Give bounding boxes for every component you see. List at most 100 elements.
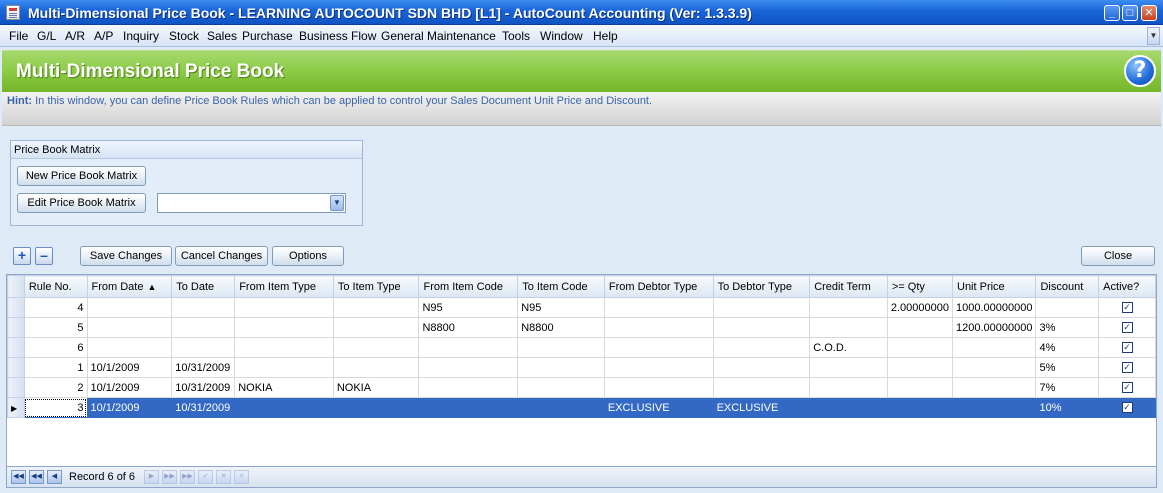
- cell-rule-no[interactable]: 4: [23, 297, 88, 318]
- cell-to-item-type[interactable]: [332, 397, 420, 418]
- close-button[interactable]: Close: [1081, 246, 1155, 266]
- cell-unit-price[interactable]: [951, 357, 1037, 378]
- matrix-select[interactable]: ▼: [157, 193, 346, 213]
- last-record-icon[interactable]: ▶▶: [180, 470, 195, 484]
- cell-from-debtor-type[interactable]: [603, 337, 714, 358]
- cell-from-item-type[interactable]: [234, 297, 334, 318]
- new-price-book-matrix-button[interactable]: New Price Book Matrix: [17, 166, 146, 186]
- cell-credit-term[interactable]: [809, 317, 888, 338]
- cell-active[interactable]: ✓: [1098, 397, 1156, 418]
- cell-to-item-type[interactable]: [332, 297, 420, 318]
- cell-from-item-code[interactable]: [418, 357, 519, 378]
- cell-from-item-code[interactable]: N8800: [418, 317, 519, 338]
- cell-qty[interactable]: [886, 337, 954, 358]
- back-icon[interactable]: <: [234, 470, 249, 484]
- options-button[interactable]: Options: [272, 246, 344, 266]
- active-checkbox[interactable]: ✓: [1121, 302, 1133, 314]
- cell-from-debtor-type[interactable]: [603, 297, 714, 318]
- cell-from-date[interactable]: [86, 337, 173, 358]
- next-page-icon[interactable]: ▶▶: [162, 470, 177, 484]
- cell-from-item-type[interactable]: [234, 397, 334, 418]
- cell-from-date[interactable]: [86, 297, 173, 318]
- cell-from-date[interactable]: [86, 317, 173, 338]
- add-rule-button[interactable]: +: [13, 247, 31, 265]
- active-checkbox[interactable]: ✓: [1121, 322, 1133, 334]
- cell-active[interactable]: ✓: [1098, 297, 1156, 318]
- table-row[interactable]: 6 C.O.D. 4% ✓: [7, 337, 1156, 358]
- active-checkbox[interactable]: ✓: [1121, 402, 1133, 414]
- cell-to-item-code[interactable]: N95: [517, 297, 605, 318]
- cell-unit-price[interactable]: 1200.00000000: [951, 317, 1037, 338]
- cell-from-item-type[interactable]: [234, 337, 334, 358]
- row-indicator[interactable]: [7, 357, 25, 378]
- save-changes-button[interactable]: Save Changes: [80, 246, 172, 266]
- menu-gl[interactable]: G/L: [37, 29, 56, 43]
- cell-from-item-code[interactable]: N95: [418, 297, 519, 318]
- cell-credit-term[interactable]: C.O.D.: [809, 337, 888, 358]
- cell-to-item-type[interactable]: [332, 337, 420, 358]
- first-page-icon[interactable]: ◀◀: [11, 470, 26, 484]
- cell-to-debtor-type[interactable]: [712, 317, 811, 338]
- cell-credit-term[interactable]: [809, 397, 888, 418]
- cell-active[interactable]: ✓: [1098, 357, 1156, 378]
- cell-to-debtor-type[interactable]: EXCLUSIVE: [712, 397, 811, 418]
- cell-to-item-code[interactable]: [517, 337, 605, 358]
- help-icon[interactable]: ?: [1124, 55, 1156, 87]
- cell-active[interactable]: ✓: [1098, 377, 1156, 398]
- cell-to-date[interactable]: 10/31/2009: [171, 357, 236, 378]
- cell-to-item-code[interactable]: N8800: [517, 317, 605, 338]
- menu-help[interactable]: Help: [593, 29, 618, 43]
- cell-to-debtor-type[interactable]: [712, 297, 811, 318]
- cell-to-debtor-type[interactable]: [712, 357, 811, 378]
- table-row[interactable]: 4 N95 N95 2.00000000 1000.00000000 ✓: [7, 297, 1156, 318]
- cell-to-date[interactable]: 10/31/2009: [171, 397, 236, 418]
- row-indicator[interactable]: [7, 317, 25, 338]
- column-header-from-date[interactable]: From Date ▲: [86, 275, 173, 298]
- cell-qty[interactable]: 2.00000000: [886, 297, 954, 318]
- cell-credit-term[interactable]: [809, 377, 888, 398]
- cell-to-date[interactable]: [171, 337, 236, 358]
- column-header-to-debtor-type[interactable]: To Debtor Type: [712, 275, 811, 298]
- cell-from-debtor-type[interactable]: [603, 317, 714, 338]
- cell-from-item-type[interactable]: [234, 357, 334, 378]
- cell-to-date[interactable]: [171, 297, 236, 318]
- row-indicator[interactable]: [7, 377, 25, 398]
- cell-credit-term[interactable]: [809, 357, 888, 378]
- menu-file[interactable]: File: [9, 29, 28, 43]
- cancel-record-icon[interactable]: ✕: [216, 470, 231, 484]
- cell-to-item-type[interactable]: [332, 357, 420, 378]
- cell-credit-term[interactable]: [809, 297, 888, 318]
- cell-from-date[interactable]: 10/1/2009: [86, 397, 173, 418]
- cell-qty[interactable]: [886, 317, 954, 338]
- cell-rule-no[interactable]: 3: [23, 397, 88, 418]
- edit-price-book-matrix-button[interactable]: Edit Price Book Matrix: [17, 193, 146, 213]
- cell-discount[interactable]: 3%: [1035, 317, 1100, 338]
- cell-rule-no[interactable]: 5: [23, 317, 88, 338]
- cell-rule-no[interactable]: 2: [23, 377, 88, 398]
- active-checkbox[interactable]: ✓: [1121, 382, 1133, 394]
- active-checkbox[interactable]: ✓: [1121, 342, 1133, 354]
- menu-ap[interactable]: A/P: [94, 29, 113, 43]
- active-checkbox[interactable]: ✓: [1121, 362, 1133, 374]
- row-indicator[interactable]: [7, 297, 25, 318]
- column-header-credit-term[interactable]: Credit Term: [809, 275, 888, 298]
- cell-from-debtor-type[interactable]: [603, 357, 714, 378]
- menu-inquiry[interactable]: Inquiry: [123, 29, 159, 43]
- close-window-button[interactable]: ✕: [1141, 5, 1157, 21]
- menu-window[interactable]: Window: [540, 29, 583, 43]
- cell-active[interactable]: ✓: [1098, 337, 1156, 358]
- menu-ar[interactable]: A/R: [65, 29, 85, 43]
- column-header-active[interactable]: Active?: [1098, 275, 1156, 298]
- menu-purchase[interactable]: Purchase: [242, 29, 293, 43]
- cell-to-item-code[interactable]: [517, 377, 605, 398]
- cell-qty[interactable]: [886, 397, 954, 418]
- table-row[interactable]: 1 10/1/2009 10/31/2009 5% ✓: [7, 357, 1156, 378]
- cell-unit-price[interactable]: [951, 397, 1037, 418]
- cell-qty[interactable]: [886, 377, 954, 398]
- cell-to-debtor-type[interactable]: [712, 337, 811, 358]
- menu-stock[interactable]: Stock: [169, 29, 199, 43]
- previous-page-icon[interactable]: ◀◀: [29, 470, 44, 484]
- cell-from-debtor-type[interactable]: EXCLUSIVE: [603, 397, 714, 418]
- cell-from-item-code[interactable]: [418, 377, 519, 398]
- cell-to-item-code[interactable]: [517, 357, 605, 378]
